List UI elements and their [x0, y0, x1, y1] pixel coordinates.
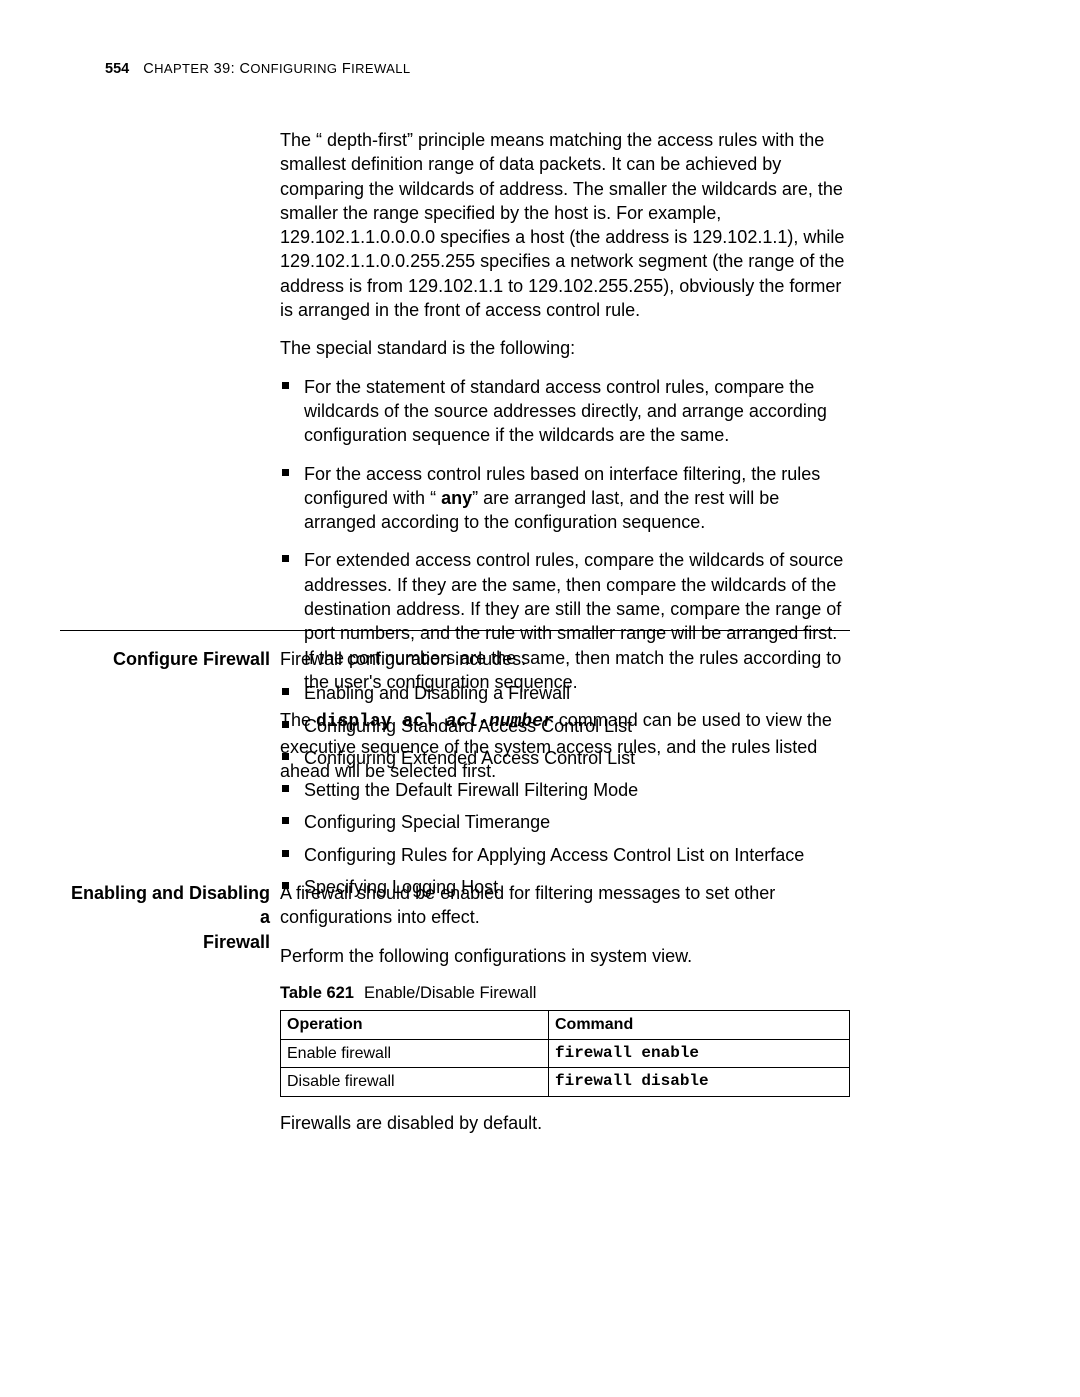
- list-item: Configuring Special Timerange: [280, 810, 850, 834]
- cell-command: firewall enable: [549, 1039, 850, 1068]
- list-item: Enabling and Disabling a Firewall: [280, 681, 850, 705]
- list-item: For the statement of standard access con…: [280, 375, 850, 448]
- para-enable-instr: Perform the following configurations in …: [280, 944, 850, 968]
- cell-operation: Disable firewall: [281, 1068, 549, 1097]
- para-default-disabled: Firewalls are disabled by default.: [280, 1111, 850, 1135]
- list-item: For the access control rules based on in…: [280, 462, 850, 535]
- configure-firewall-body: Firewall configuration includes: Enablin…: [280, 647, 850, 913]
- page-header: 554 CHAPTER 39: CONFIGURING FIREWALL: [105, 60, 850, 80]
- table-header-row: Operation Command: [281, 1011, 850, 1040]
- cell-command: firewall disable: [549, 1068, 850, 1097]
- th-command: Command: [549, 1011, 850, 1040]
- configure-list: Enabling and Disabling a Firewall Config…: [280, 681, 850, 899]
- table-enable-disable: Operation Command Enable firewall firewa…: [280, 1010, 850, 1097]
- para-special-standard: The special standard is the following:: [280, 336, 850, 360]
- chapter-line: CHAPTER 39: CONFIGURING FIREWALL: [143, 61, 410, 77]
- list-item: Configuring Rules for Applying Access Co…: [280, 843, 850, 867]
- page-number: 554: [105, 61, 129, 77]
- section-divider: [60, 630, 850, 631]
- th-operation: Operation: [281, 1011, 549, 1040]
- list-item: Configuring Standard Access Control List: [280, 714, 850, 738]
- table-row: Enable firewall firewall enable: [281, 1039, 850, 1068]
- section-title-configure-firewall: Configure Firewall: [60, 647, 270, 671]
- cell-operation: Enable firewall: [281, 1039, 549, 1068]
- table-row: Disable firewall firewall disable: [281, 1068, 850, 1097]
- para-depth-first: The “ depth-first” principle means match…: [280, 128, 850, 322]
- subsection-title-enable-disable: Enabling and Disabling a Firewall: [60, 881, 270, 954]
- configure-intro: Firewall configuration includes:: [280, 647, 850, 671]
- list-item: Configuring Extended Access Control List: [280, 746, 850, 770]
- para-enable-intro: A firewall should be enabled for filteri…: [280, 881, 850, 930]
- list-item: Setting the Default Firewall Filtering M…: [280, 778, 850, 802]
- enable-disable-body: A firewall should be enabled for filteri…: [280, 881, 850, 1149]
- table-caption: Table 621Enable/Disable Firewall: [280, 982, 850, 1004]
